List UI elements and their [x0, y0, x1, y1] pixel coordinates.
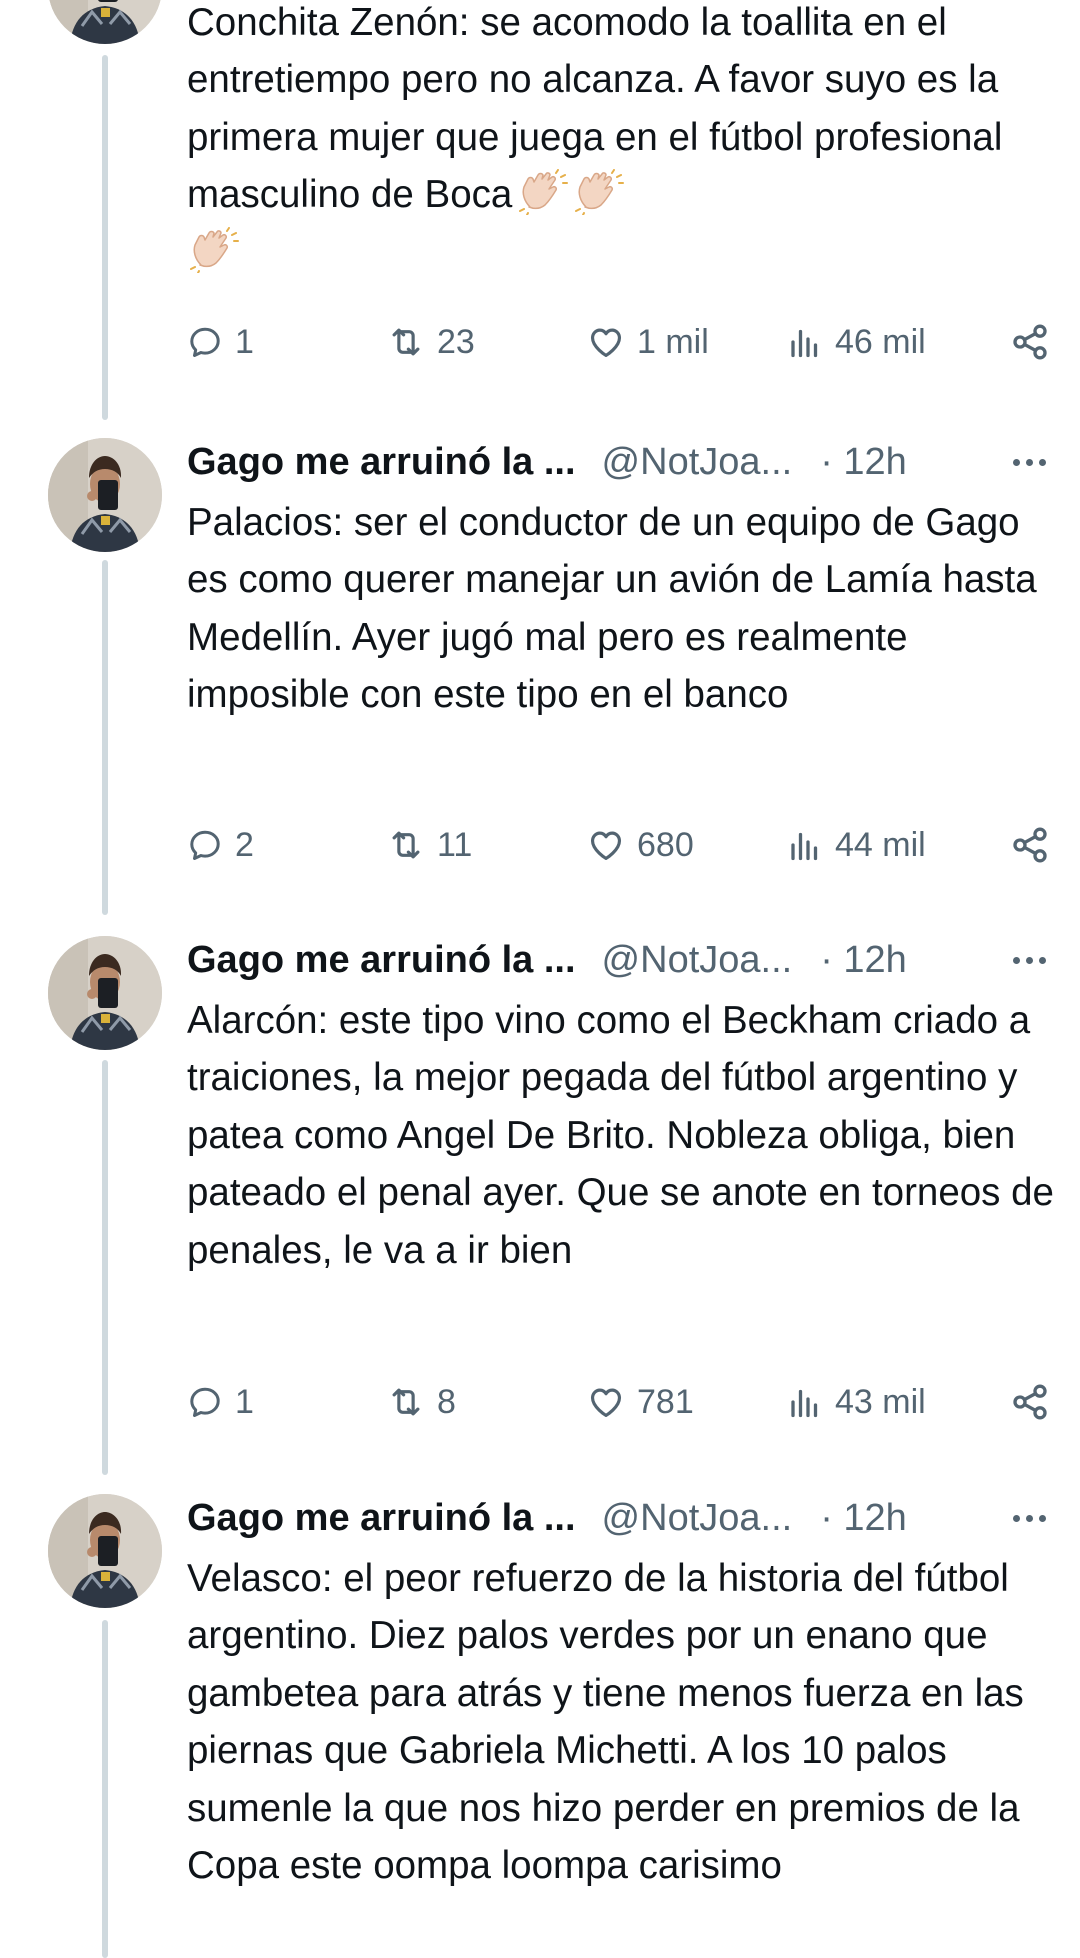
reply-icon	[187, 1384, 223, 1420]
views-button[interactable]: 44 mil	[787, 815, 926, 875]
tweet-text: Alarcón: este tipo vino como el Beckham …	[187, 999, 1054, 1272]
tweet-header: Gago me arruinó la ... @NotJoa... · 12h	[187, 432, 1056, 492]
dot-icon	[1013, 1514, 1020, 1522]
tweet-time[interactable]: · 12h	[820, 441, 907, 484]
author-name[interactable]: Gago me arruinó la ...	[187, 939, 576, 982]
heart-icon	[587, 1383, 625, 1421]
thread-line	[102, 1060, 108, 1475]
reply-button[interactable]: 1	[187, 312, 254, 372]
author-name[interactable]: Gago me arruinó la ...	[187, 1497, 576, 1540]
like-count: 1 mil	[637, 322, 709, 361]
retweet-count: 11	[437, 825, 473, 864]
share-icon	[1010, 322, 1050, 362]
dot-icon	[1039, 458, 1046, 466]
retweet-icon	[387, 1383, 425, 1421]
tweet-time[interactable]: · 12h	[820, 939, 907, 982]
thread-line	[102, 55, 108, 420]
dot-icon	[1013, 956, 1020, 964]
retweet-button[interactable]: 8	[387, 1372, 456, 1432]
like-button[interactable]: 1 mil	[587, 312, 709, 372]
tweet-actions: 1 8 781 43 mil	[187, 1372, 1050, 1432]
author-handle[interactable]: @NotJoa...	[602, 939, 793, 982]
share-icon	[1010, 825, 1050, 865]
more-options-button[interactable]	[1013, 1514, 1056, 1522]
dot-icon	[1039, 1514, 1046, 1522]
like-button[interactable]: 680	[587, 815, 694, 875]
retweet-count: 23	[437, 322, 475, 361]
reply-count: 1	[235, 1382, 254, 1421]
clap-icon	[572, 169, 624, 215]
dot-icon	[1026, 458, 1033, 466]
retweet-icon	[387, 826, 425, 864]
reply-count: 1	[235, 322, 254, 361]
author-handle[interactable]: @NotJoa...	[602, 1497, 793, 1540]
views-count: 46 mil	[835, 322, 926, 361]
dot-icon	[1026, 956, 1033, 964]
dot-icon	[1039, 956, 1046, 964]
views-icon	[787, 324, 823, 360]
clap-icon	[187, 227, 239, 273]
tweet-text: Conchita Zenón: se acomodo la toallita e…	[187, 0, 1057, 281]
reply-button[interactable]: 1	[187, 1372, 254, 1432]
share-button[interactable]	[1010, 1372, 1050, 1432]
tweet-header: Gago me arruinó la ... @NotJoa... · 12h	[187, 1488, 1056, 1548]
tweet-actions: 2 11 680 44 mil	[187, 815, 1050, 875]
heart-icon	[587, 826, 625, 864]
avatar[interactable]	[48, 1494, 162, 1608]
retweet-icon	[387, 323, 425, 361]
views-count: 44 mil	[835, 825, 926, 864]
like-button[interactable]: 781	[587, 1372, 694, 1432]
avatar[interactable]	[48, 0, 162, 44]
author-name[interactable]: Gago me arruinó la ...	[187, 441, 576, 484]
retweet-button[interactable]: 23	[387, 312, 475, 372]
reply-icon	[187, 827, 223, 863]
thread-line	[102, 560, 108, 915]
tweet-text: Velasco: el peor refuerzo de la historia…	[187, 1557, 1024, 1888]
dot-icon	[1026, 1514, 1033, 1522]
retweet-button[interactable]: 11	[387, 815, 472, 875]
like-count: 781	[637, 1382, 694, 1421]
views-icon	[787, 827, 823, 863]
retweet-count: 8	[437, 1382, 456, 1421]
like-count: 680	[637, 825, 694, 864]
share-button[interactable]	[1010, 312, 1050, 372]
tweet-header: Gago me arruinó la ... @NotJoa... · 12h	[187, 930, 1056, 990]
tweet-text: Palacios: ser el conductor de un equipo …	[187, 501, 1037, 717]
views-count: 43 mil	[835, 1382, 926, 1421]
views-button[interactable]: 43 mil	[787, 1372, 926, 1432]
views-button[interactable]: 46 mil	[787, 312, 926, 372]
reply-icon	[187, 324, 223, 360]
heart-icon	[587, 323, 625, 361]
reply-button[interactable]: 2	[187, 815, 254, 875]
more-options-button[interactable]	[1013, 458, 1056, 466]
share-button[interactable]	[1010, 815, 1050, 875]
author-handle[interactable]: @NotJoa...	[602, 441, 793, 484]
avatar[interactable]	[48, 936, 162, 1050]
more-options-button[interactable]	[1013, 956, 1056, 964]
thread-line	[102, 1620, 108, 1958]
tweet-actions: 1 23 1 mil 46 mil	[187, 312, 1050, 372]
views-icon	[787, 1384, 823, 1420]
avatar[interactable]	[48, 438, 162, 552]
share-icon	[1010, 1382, 1050, 1422]
dot-icon	[1013, 458, 1020, 466]
reply-count: 2	[235, 825, 254, 864]
clap-icon	[516, 169, 568, 215]
tweet-time[interactable]: · 12h	[820, 1497, 907, 1540]
